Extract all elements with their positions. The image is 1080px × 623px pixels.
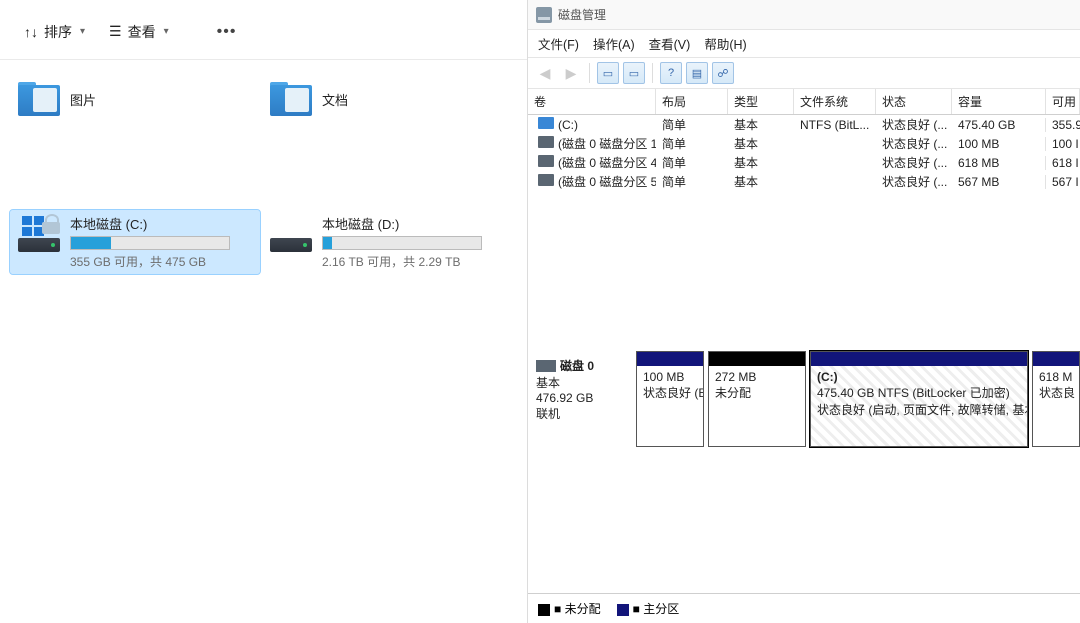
windows-logo-icon [22,216,44,236]
dm-toolbar: ◀ ▶ ▭ ▭ ? ▤ ☍ [528,58,1080,89]
dm-title: 磁盘管理 [558,6,606,23]
disk-management-icon [536,7,552,23]
disk-icon [536,360,556,372]
more-options-button[interactable]: ••• [207,19,247,45]
toolbar-layout1-button[interactable]: ▭ [597,62,619,84]
view-label: 查看 [128,22,156,42]
disk-status: 联机 [536,405,628,422]
folder-documents[interactable]: 文档 [262,78,512,120]
dm-titlebar[interactable]: 磁盘管理 [528,0,1080,30]
nav-forward-button[interactable]: ▶ [560,62,582,84]
col-status[interactable]: 状态 [876,89,952,114]
folder-icon [270,82,312,116]
volume-row[interactable]: (磁盘 0 磁盘分区 5)简单基本状态良好 (...567 MB567 I [528,172,1080,191]
toolbar-help-button[interactable]: ? [660,62,682,84]
drive-icon [18,216,60,252]
col-layout[interactable]: 布局 [656,89,728,114]
partition[interactable]: 618 M状态良 [1032,351,1080,447]
toolbar-refresh-button[interactable]: ▤ [686,62,708,84]
volume-list-header: 卷 布局 类型 文件系统 状态 容量 可用 [528,89,1080,115]
partition[interactable]: 272 MB未分配 [708,351,806,447]
col-capacity[interactable]: 容量 [952,89,1046,114]
disk-graph: 磁盘 0 基本 476.92 GB 联机 100 MB状态良好 (EI272 M… [528,351,1080,447]
drive-icon [270,216,312,252]
volume-row[interactable]: (磁盘 0 磁盘分区 1)简单基本状态良好 (...100 MB100 I [528,134,1080,153]
drive-name: 本地磁盘 (C:) [70,214,252,233]
disk-size: 476.92 GB [536,391,628,405]
view-menu-button[interactable]: ☰ 查看 ▾ [99,18,179,46]
dm-menubar: 文件(F) 操作(A) 查看(V) 帮助(H) [528,30,1080,58]
drives-row: 本地磁盘 (C:) 355 GB 可用，共 475 GB 本地磁盘 (D:) 2… [10,210,517,274]
volume-list: (C:)简单基本NTFS (BitL...状态良好 (...475.40 GB3… [528,115,1080,191]
col-volume[interactable]: 卷 [528,89,656,114]
folders-row: 图片 文档 [10,78,517,120]
disk-type: 基本 [536,374,628,391]
nav-back-button[interactable]: ◀ [534,62,556,84]
lock-icon [42,214,60,234]
col-filesystem[interactable]: 文件系统 [794,89,876,114]
drive-subtext: 2.16 TB 可用，共 2.29 TB [322,253,504,270]
drive-name: 本地磁盘 (D:) [322,214,504,233]
drive-d[interactable]: 本地磁盘 (D:) 2.16 TB 可用，共 2.29 TB [262,210,512,274]
folder-label: 文档 [322,90,348,109]
folder-pictures[interactable]: 图片 [10,78,260,120]
disk-label: 磁盘 0 [560,357,594,374]
capacity-bar [70,236,230,250]
chevron-down-icon: ▾ [80,26,85,37]
legend-primary: ■ 主分区 [617,600,680,617]
disk-graph-info[interactable]: 磁盘 0 基本 476.92 GB 联机 [528,351,636,447]
partition[interactable]: (C:)475.40 GB NTFS (BitLocker 已加密)状态良好 (… [810,351,1028,447]
capacity-bar [322,236,482,250]
volume-row[interactable]: (磁盘 0 磁盘分区 4)简单基本状态良好 (...618 MB618 I [528,153,1080,172]
col-free[interactable]: 可用 [1046,89,1080,114]
partition[interactable]: 100 MB状态良好 (EI [636,351,704,447]
chevron-down-icon: ▾ [164,26,169,37]
explorer-toolbar: ↑↓ 排序 ▾ ☰ 查看 ▾ ••• [0,0,527,60]
legend: ■ 未分配 ■ 主分区 [528,593,1080,623]
toolbar-rescan-button[interactable]: ☍ [712,62,734,84]
drive-subtext: 355 GB 可用，共 475 GB [70,253,252,270]
menu-action[interactable]: 操作(A) [593,34,635,53]
view-icon: ☰ [109,23,122,40]
folder-label: 图片 [70,90,96,109]
menu-file[interactable]: 文件(F) [538,34,579,53]
sort-label: 排序 [44,22,72,42]
partition-strip: 100 MB状态良好 (EI272 MB未分配(C:)475.40 GB NTF… [636,351,1080,447]
file-explorer-window: ↑↓ 排序 ▾ ☰ 查看 ▾ ••• 图片 文档 [0,0,527,623]
menu-help[interactable]: 帮助(H) [704,34,746,53]
volume-row[interactable]: (C:)简单基本NTFS (BitL...状态良好 (...475.40 GB3… [528,115,1080,134]
sort-menu-button[interactable]: ↑↓ 排序 ▾ [14,18,95,46]
disk-management-window: 磁盘管理 文件(F) 操作(A) 查看(V) 帮助(H) ◀ ▶ ▭ ▭ ? ▤… [527,0,1080,623]
toolbar-layout2-button[interactable]: ▭ [623,62,645,84]
col-type[interactable]: 类型 [728,89,794,114]
menu-view[interactable]: 查看(V) [649,34,691,53]
explorer-content: 图片 文档 本地磁盘 (C:) 355 GB 可用，共 475 GB [0,60,527,292]
folder-icon [18,82,60,116]
drive-c[interactable]: 本地磁盘 (C:) 355 GB 可用，共 475 GB [10,210,260,274]
sort-icon: ↑↓ [24,24,38,40]
legend-unallocated: ■ 未分配 [538,600,601,617]
